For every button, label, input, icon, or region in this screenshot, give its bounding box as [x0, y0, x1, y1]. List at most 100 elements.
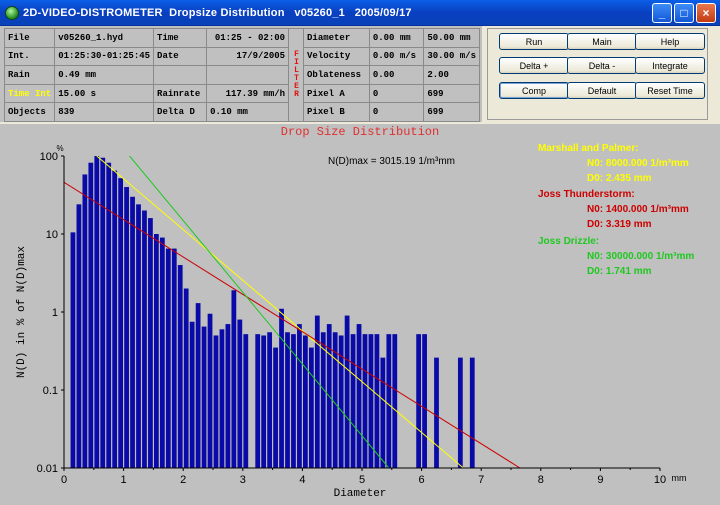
info-panel: File v05260_1.hyd Time 01:25 - 02:00 FIL… [0, 26, 482, 122]
bar-11 [136, 204, 141, 468]
delta-plus-button[interactable]: Delta + [499, 57, 569, 74]
x-tick-label: 10 [654, 474, 666, 486]
bar-19 [183, 288, 189, 468]
maximize-button[interactable]: □ [674, 3, 694, 23]
bar-48 [362, 334, 368, 468]
value-oblateness-min: 0.00 [368, 65, 425, 85]
window-title: 2D-VIDEO-DISTROMETER Dropsize Distributi… [23, 6, 412, 19]
x-tick-label: 9 [597, 474, 603, 486]
bar-40 [314, 315, 320, 468]
x-tick-label: 4 [299, 474, 305, 486]
reset-time-button[interactable]: Reset Time [635, 82, 705, 99]
bar-26 [225, 324, 231, 468]
bar-17 [171, 248, 177, 468]
value-pixel-a-max: 699 [423, 83, 480, 104]
label-file: File [3, 28, 56, 48]
label-pixel-a: Pixel A [303, 83, 370, 104]
legend-joss-thunderstorm-n0: N0: 1400.000 1/m³mm [587, 204, 689, 215]
label-oblateness: Oblateness [303, 65, 370, 85]
bar-54 [416, 334, 422, 468]
info-row-objects: Objects 839 Delta D 0.10 mm Pixel B 0 69… [3, 102, 480, 122]
window-controls: _ □ × [652, 3, 716, 23]
bar-1 [76, 204, 82, 468]
bar-32 [267, 332, 273, 468]
bar-8 [118, 178, 124, 468]
comp-button[interactable]: Comp [499, 82, 569, 99]
bar-36 [291, 334, 296, 468]
bar-24 [213, 335, 219, 468]
info-row-file: File v05260_1.hyd Time 01:25 - 02:00 FIL… [3, 28, 480, 122]
close-button[interactable]: × [696, 3, 716, 23]
minimize-button[interactable]: _ [652, 3, 672, 23]
help-button[interactable]: Help [635, 33, 705, 50]
label-pixel-b: Pixel B [303, 102, 370, 122]
legend: Marshall and Palmer: N0: 8000.000 1/m³mm… [538, 143, 694, 277]
legend-joss-thunderstorm-d0: D0: 3.319 mm [587, 219, 652, 230]
bar-14 [154, 234, 159, 468]
label-int: Int. [3, 46, 56, 67]
label-rain: Rain [3, 65, 56, 85]
bar-41 [320, 332, 326, 468]
main-button[interactable]: Main [567, 33, 637, 50]
x-tick-label: 3 [240, 474, 246, 486]
bar-20 [189, 321, 195, 468]
delta-minus-button[interactable]: Delta - [567, 57, 637, 74]
x-unit-label: mm [672, 473, 687, 483]
legend-joss-drizzle-d0: D0: 1.741 mm [587, 266, 652, 277]
y-unit-label: % [56, 144, 63, 153]
bar-38 [303, 335, 308, 468]
bar-22 [201, 326, 207, 468]
value-pixel-a-min: 0 [368, 83, 425, 104]
bar-16 [165, 248, 171, 468]
value-oblateness-max: 2.00 [423, 65, 480, 85]
bar-9 [124, 187, 129, 468]
label-date: Date [153, 46, 208, 67]
bar-58 [469, 357, 475, 468]
x-tick-label: 8 [538, 474, 544, 486]
label-velocity: Velocity [303, 46, 370, 67]
chart-title: Drop Size Distribution [281, 125, 439, 139]
value-pixel-b-min: 0 [368, 102, 425, 122]
bar-37 [297, 324, 302, 468]
value-time-int: 15.00 s [54, 83, 155, 104]
info-row-rain: Rain 0.49 mm Oblateness 0.00 2.00 [3, 65, 480, 85]
legend-joss-drizzle-title: Joss Drizzle: [538, 236, 599, 247]
bar-0 [70, 232, 76, 468]
run-button[interactable]: Run [499, 33, 569, 50]
bar-25 [219, 329, 225, 468]
value-velocity-min: 0.00 m/s [368, 46, 425, 67]
x-tick-label: 7 [478, 474, 484, 486]
info-row-int: Int. 01:25:30-01:25:45 Date 17/9/2005 Ve… [3, 46, 480, 67]
value-delta-d: 0.10 mm [206, 102, 290, 122]
button-panel: Run Main Help Delta + Delta - Integrate … [485, 26, 720, 122]
value-time: 01:25 - 02:00 [206, 28, 290, 48]
bar-34 [279, 308, 284, 468]
y-tick-label: 10 [46, 229, 58, 241]
dropsize-chart: Drop Size Distribution N(D)max = 3015.19… [16, 125, 694, 500]
info-table: File v05260_1.hyd Time 01:25 - 02:00 FIL… [3, 28, 480, 122]
integrate-button[interactable]: Integrate [635, 57, 705, 74]
value-diameter-min: 0.00 mm [368, 28, 425, 48]
bar-30 [255, 334, 261, 468]
bar-3 [88, 162, 94, 468]
filter-label: FILTER [288, 28, 305, 122]
label-time-int[interactable]: Time Int [3, 83, 56, 104]
label-delta-d: Delta D [153, 102, 208, 122]
bar-47 [356, 324, 362, 468]
y-axis-label: N(D) in % of N(D)max [16, 246, 28, 378]
title-bar[interactable]: 2D-VIDEO-DISTROMETER Dropsize Distributi… [0, 0, 720, 26]
bar-51 [380, 357, 386, 468]
label-objects: Objects [3, 102, 56, 122]
bar-50 [374, 334, 380, 468]
bar-series [70, 156, 475, 468]
value-pixel-b-max: 699 [423, 102, 480, 122]
nd-max-annotation: N(D)max = 3015.19 1/m³mm [328, 156, 455, 167]
y-tick-label: 100 [40, 151, 58, 163]
x-ticks: 0 1 2 3 4 5 6 7 8 9 10 [61, 468, 666, 486]
app-icon [5, 5, 19, 20]
x-tick-label: 0 [61, 474, 67, 486]
bar-57 [457, 357, 463, 468]
default-button[interactable]: Default [567, 82, 637, 99]
bar-45 [344, 315, 350, 468]
x-axis-label: Diameter [334, 488, 387, 500]
